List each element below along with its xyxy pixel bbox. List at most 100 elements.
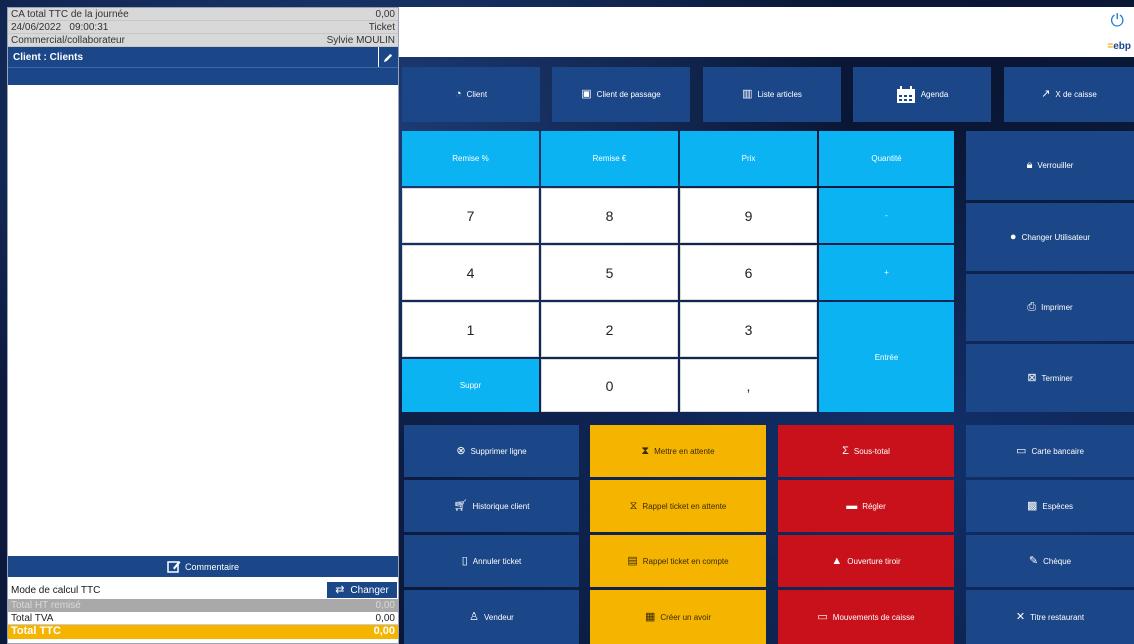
person-icon: ♙ [469, 610, 480, 623]
cash-movements-button[interactable]: ▭ Mouvements de caisse [778, 590, 954, 644]
calendar-icon [896, 85, 915, 103]
key-5[interactable]: 5 [541, 245, 678, 300]
edit-note-icon [167, 561, 181, 573]
total-tva-value: 0,00 [375, 613, 395, 624]
discount-amount-button[interactable]: Remise € [541, 131, 678, 186]
banknotes-icon: ▩ [1026, 499, 1038, 512]
key-3[interactable]: 3 [680, 302, 817, 357]
client-label: Client : [13, 51, 47, 63]
change-mode-label: Changer [350, 584, 389, 596]
lock-icon: 🔒︎ [1026, 159, 1033, 171]
client-history-button[interactable]: 🛒︎ Historique client [404, 480, 579, 532]
cheque-payment-button[interactable]: ✎ Chèque [966, 535, 1134, 587]
key-comma[interactable]: , [680, 359, 817, 412]
key-1[interactable]: 1 [402, 302, 539, 357]
pay-button[interactable]: ▬ Régler [778, 480, 954, 532]
edit-client-button[interactable] [378, 47, 398, 67]
ticket-date: 24/06/2022 [11, 22, 62, 33]
key-0[interactable]: 0 [541, 359, 678, 412]
meal-voucher-button[interactable]: ✕ Titre restaurant [966, 590, 1134, 644]
key-minus[interactable]: - [819, 188, 954, 243]
swap-icon: ⇄ [335, 583, 345, 596]
ca-value: 0,00 [375, 9, 395, 20]
ledger-icon: ▤ [627, 554, 638, 567]
comment-button[interactable]: Commentaire [8, 556, 398, 577]
total-ttc-label: Total TTC [11, 625, 61, 637]
client-detail-bar [8, 67, 398, 85]
receipt-icon: ⊠ [1027, 371, 1037, 384]
commercial-value: Sylvie MOULIN [326, 35, 395, 46]
ticket-summary: CA total TTC de la journée 0,00 24/06/20… [8, 8, 398, 47]
delete-button[interactable]: Suppr [402, 359, 539, 412]
client-value: Clients [49, 51, 84, 63]
total-tva-row: Total TVA 0,00 [8, 612, 398, 625]
recall-held-ticket-button[interactable]: ⧖ Rappel ticket en attente [590, 480, 766, 532]
change-mode-button[interactable]: ⇄ Changer [327, 582, 397, 598]
total-ttc-value: 0,00 [373, 625, 395, 637]
ticket-lines[interactable] [8, 85, 398, 545]
open-drawer-button[interactable]: ▲ Ouverture tiroir [778, 535, 954, 587]
key-8[interactable]: 8 [541, 188, 678, 243]
user-circle-icon: ◔ [454, 88, 462, 100]
seller-button[interactable]: ♙ Vendeur [404, 590, 579, 644]
x-report-button[interactable]: ↗ X de caisse [1004, 67, 1134, 122]
key-7[interactable]: 7 [402, 188, 539, 243]
client-button[interactable]: ◔ Client [402, 67, 540, 122]
discount-percent-button[interactable]: Remise % [402, 131, 539, 186]
cash-register-icon: ▬ [846, 499, 858, 512]
hold-button[interactable]: ⧗ Mettre en attente [590, 425, 766, 477]
sigma-icon: Σ [842, 444, 849, 457]
key-9[interactable]: 9 [680, 188, 817, 243]
note-icon: ▦ [644, 610, 656, 623]
credit-card-icon: ▭ [1016, 444, 1027, 457]
calc-mode-label: Mode de calcul TTC [11, 584, 101, 596]
key-6[interactable]: 6 [680, 245, 817, 300]
client-bar: Client : Clients [8, 47, 398, 67]
delete-line-button[interactable]: ⊗ Supprimer ligne [404, 425, 579, 477]
cheque-icon: ✎ [1028, 554, 1039, 567]
cart-icon: 🛒︎ [453, 499, 468, 512]
subtotal-button[interactable]: Σ Sous-total [778, 425, 954, 477]
trash-icon: ▯ [461, 554, 468, 567]
ca-label: CA total TTC de la journée [11, 9, 129, 20]
doc-type: Ticket [368, 22, 395, 33]
total-ht-label: Total HT remisé [11, 600, 81, 611]
price-button[interactable]: Prix [680, 131, 817, 186]
document-icon: ▣ [581, 88, 592, 100]
comment-label: Commentaire [184, 561, 240, 572]
user-icon: ● [1009, 230, 1017, 243]
hourglass-icon: ⧗ [641, 444, 650, 457]
close-circle-icon: ⊗ [456, 444, 466, 457]
total-tva-label: Total TVA [11, 613, 54, 624]
key-plus[interactable]: + [819, 245, 954, 300]
power-icon[interactable]: ⏻ [1111, 11, 1124, 31]
total-ttc-row: Total TTC 0,00 [8, 625, 398, 639]
barcode-icon: ▥ [742, 88, 753, 100]
drawer-icon: ▲ [831, 554, 843, 567]
ticket-time: 09:00:31 [69, 22, 109, 33]
enter-button[interactable]: Entrée [819, 302, 954, 412]
card-payment-button[interactable]: ▭ Carte bancaire [966, 425, 1134, 477]
item-list-button[interactable]: ▥ Liste articles [703, 67, 841, 122]
lock-button[interactable]: 🔒︎ Verrouiller [966, 131, 1134, 200]
recall-account-ticket-button[interactable]: ▤ Rappel ticket en compte [590, 535, 766, 587]
agenda-button[interactable]: Agenda [853, 67, 991, 122]
calc-mode-row: Mode de calcul TTC ⇄ Changer [8, 581, 398, 599]
print-button[interactable]: ⎙ Imprimer [966, 274, 1134, 341]
trend-up-icon: ↗ [1041, 88, 1051, 100]
key-2[interactable]: 2 [541, 302, 678, 357]
cancel-ticket-button[interactable]: ▯ Annuler ticket [404, 535, 579, 587]
commercial-label: Commercial/collaborateur [11, 35, 125, 46]
total-ht-value: 0,00 [375, 600, 395, 611]
create-credit-button[interactable]: ▦ Créer un avoir [590, 590, 766, 644]
finish-button[interactable]: ⊠ Terminer [966, 344, 1134, 412]
cash-payment-button[interactable]: ▩ Espèces [966, 480, 1134, 532]
hourglass-off-icon: ⧖ [629, 499, 638, 512]
quantity-button[interactable]: Quantité [819, 131, 954, 186]
walk-in-client-button[interactable]: ▣ Client de passage [552, 67, 690, 122]
brand-logo: =ebp [1107, 41, 1131, 52]
change-user-button[interactable]: ● Changer Utilisateur [966, 203, 1134, 271]
pencil-icon [383, 53, 393, 62]
total-ht-row: Total HT remisé 0,00 [8, 599, 398, 612]
key-4[interactable]: 4 [402, 245, 539, 300]
